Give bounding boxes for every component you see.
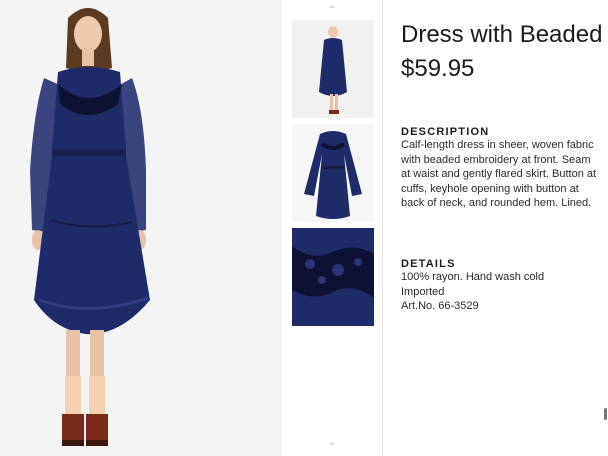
scrollbar-thumb[interactable] [604,408,607,420]
details-line: 100% rayon. Hand wash cold [401,271,545,283]
product-info-panel: Dress with Beaded $59.95 DESCRIPTION Cal… [401,0,608,456]
details-line: Art.No. 66-3529 [401,300,479,312]
model-wearing-dress-image [0,0,282,456]
product-price: $59.95 [401,55,475,82]
thumbnail-dress-image [292,124,374,222]
thumbnail-full-look[interactable] [292,20,374,118]
details-list: 100% rayon. Hand wash cold Imported Art.… [401,270,601,314]
thumbnail-beading-detail[interactable] [292,228,374,326]
description-text: Calf-length dress in sheer, woven fabric… [401,139,597,209]
thumbnail-detail-image [292,228,374,326]
thumbnail-gallery: ⌃ ⌄ [282,0,382,456]
product-title: Dress with Beaded [401,21,603,48]
chevron-down-icon[interactable]: ⌄ [282,438,382,448]
thumbnail-dress-flat[interactable] [292,124,374,222]
details-line: Imported [401,285,445,298]
panel-divider [382,0,383,456]
chevron-up-icon[interactable]: ⌃ [282,6,382,16]
main-product-image[interactable] [0,0,282,456]
thumbnail-model-image [292,20,374,118]
